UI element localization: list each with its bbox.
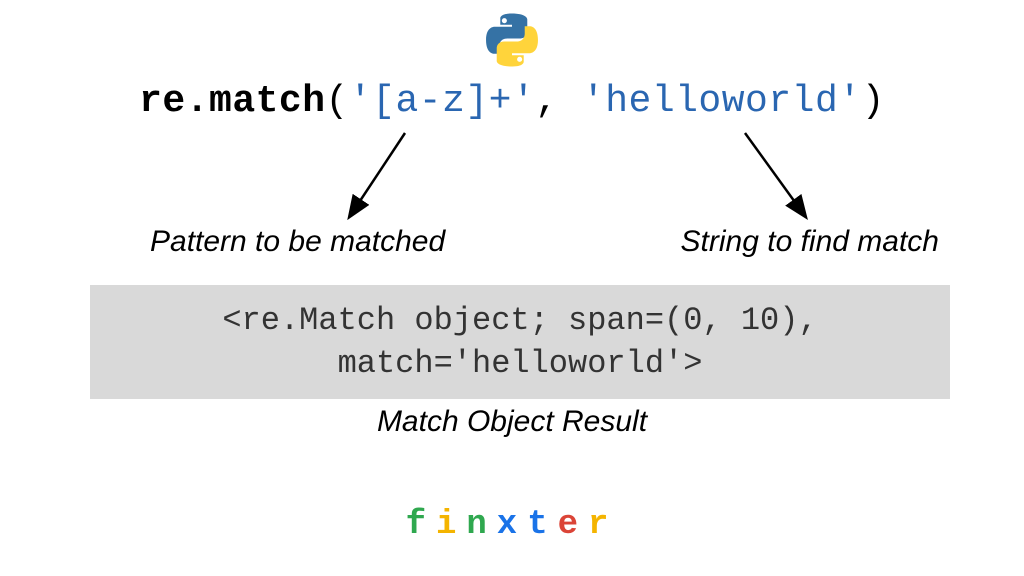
code-arg-string: 'helloworld' bbox=[582, 80, 862, 123]
label-string: String to find match bbox=[681, 225, 939, 259]
brand-letter: i bbox=[436, 506, 466, 544]
output-line-2: match='helloworld'> bbox=[98, 342, 942, 385]
brand-letter: f bbox=[406, 506, 436, 544]
code-expression: re.match('[a-z]+', 'helloworld') bbox=[0, 80, 1024, 123]
result-caption: Match Object Result bbox=[0, 405, 1024, 439]
diagram-stage: re.match('[a-z]+', 'helloworld') Pattern… bbox=[0, 0, 1024, 576]
code-close-paren: ) bbox=[862, 80, 885, 123]
brand-letter: e bbox=[558, 506, 588, 544]
python-logo-icon bbox=[484, 12, 540, 73]
brand-letter: n bbox=[466, 506, 496, 544]
code-comma: , bbox=[535, 80, 582, 123]
match-output-box: <re.Match object; span=(0, 10), match='h… bbox=[90, 285, 950, 399]
finxter-brand: finxter bbox=[0, 506, 1024, 544]
code-function: re.match bbox=[139, 80, 325, 123]
label-pattern: Pattern to be matched bbox=[150, 225, 445, 259]
brand-letter: t bbox=[527, 506, 557, 544]
output-line-1: <re.Match object; span=(0, 10), bbox=[98, 299, 942, 342]
arrow-to-pattern bbox=[350, 133, 405, 216]
arrow-to-string bbox=[745, 133, 805, 216]
code-arg-pattern: '[a-z]+' bbox=[349, 80, 535, 123]
code-open-paren: ( bbox=[326, 80, 349, 123]
annotation-arrows bbox=[0, 128, 1024, 228]
brand-letter: x bbox=[497, 506, 527, 544]
brand-letter: r bbox=[588, 506, 618, 544]
